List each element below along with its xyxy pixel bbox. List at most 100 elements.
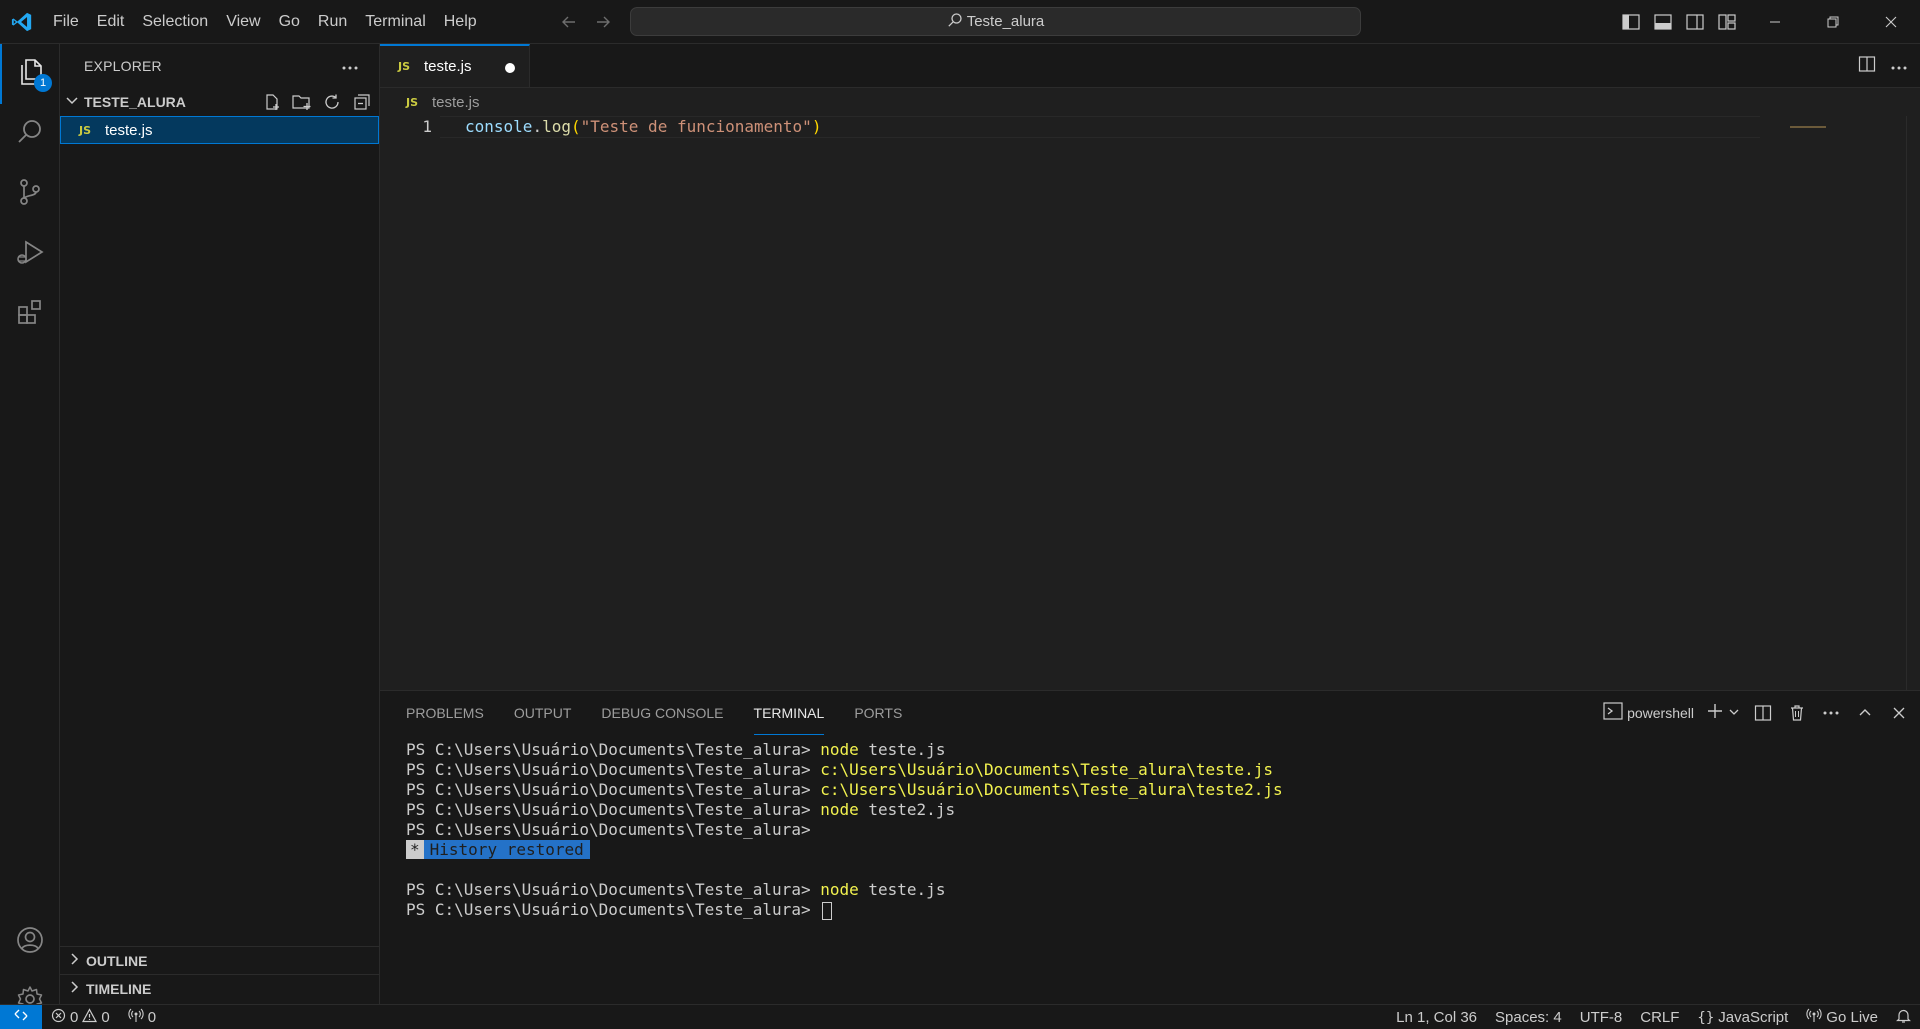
end-of-line[interactable]: CRLF (1631, 1005, 1688, 1029)
menu-terminal[interactable]: Terminal (356, 0, 434, 44)
terminal-argument: teste.js (858, 880, 946, 899)
breadcrumb-file[interactable]: teste.js (432, 94, 480, 111)
javascript-file-icon: JS (79, 123, 92, 137)
terminal-prompt: PS C:\Users\Usuário\Documents\Teste_alur… (406, 780, 821, 799)
refresh-icon[interactable] (321, 91, 343, 113)
tab-debug-console[interactable]: DEBUG CONSOLE (601, 691, 723, 735)
menu-edit[interactable]: Edit (88, 0, 134, 44)
go-live-label: Go Live (1826, 1009, 1878, 1026)
language-mode[interactable]: {} JavaScript (1688, 1005, 1797, 1029)
terminal-output[interactable]: PS C:\Users\Usuário\Documents\Teste_alur… (380, 735, 1920, 920)
restore-icon[interactable] (1804, 0, 1862, 44)
new-folder-icon[interactable] (291, 91, 313, 113)
terminal-line: PS C:\Users\Usuário\Documents\Teste_alur… (406, 900, 1920, 920)
menu-run[interactable]: Run (309, 0, 356, 44)
breadcrumb: JS teste.js (380, 88, 1920, 116)
accounts-button[interactable] (0, 912, 60, 972)
forward-arrow-icon[interactable] (592, 11, 614, 33)
search-button[interactable] (0, 104, 60, 164)
terminal-line: PS C:\Users\Usuário\Documents\Teste_alur… (406, 780, 1920, 800)
menu-help[interactable]: Help (435, 0, 486, 44)
indentation[interactable]: Spaces: 4 (1486, 1005, 1571, 1029)
folder-header[interactable]: TESTE_ALURA (60, 88, 379, 116)
unsaved-dot-icon[interactable] (505, 63, 515, 73)
editor-tab-bar: JS teste.js (380, 44, 1920, 88)
minimize-icon[interactable] (1746, 0, 1804, 44)
command-center-search[interactable]: Teste_alura (630, 7, 1361, 36)
search-icon (947, 12, 963, 32)
explorer-button[interactable]: 1 (0, 44, 60, 104)
cursor-position[interactable]: Ln 1, Col 36 (1387, 1005, 1486, 1029)
search-icon (15, 117, 45, 151)
customize-layout-icon[interactable] (1716, 11, 1738, 33)
terminal-line: PS C:\Users\Usuário\Documents\Teste_alur… (406, 880, 1920, 900)
tab-problems[interactable]: PROBLEMS (406, 691, 484, 735)
layout-controls (1620, 0, 1738, 44)
go-live-button[interactable]: Go Live (1797, 1005, 1887, 1029)
source-control-button[interactable] (0, 164, 60, 224)
menu-go[interactable]: Go (270, 0, 309, 44)
code-token-open-paren: ( (570, 117, 581, 136)
code-line[interactable]: console.log("Teste de funcionamento") (465, 116, 821, 138)
notifications-button[interactable] (1887, 1005, 1920, 1029)
toggle-primary-sidebar-icon[interactable] (1620, 11, 1642, 33)
maximize-panel-icon[interactable] (1854, 702, 1876, 724)
toggle-panel-icon[interactable] (1652, 11, 1674, 33)
sidebar-title: EXPLORER (84, 58, 162, 74)
vscode-logo-icon (0, 0, 44, 44)
code-token-string: "Teste de funcionamento" (580, 117, 812, 136)
tab-output[interactable]: OUTPUT (514, 691, 572, 735)
vertical-scrollbar[interactable] (1906, 116, 1920, 690)
split-terminal-icon[interactable] (1752, 702, 1774, 724)
explorer-badge: 1 (34, 74, 52, 92)
new-file-icon[interactable] (261, 91, 283, 113)
navigation-arrows (558, 0, 614, 44)
menu-view[interactable]: View (217, 0, 269, 44)
file-item-teste-js[interactable]: JS teste.js (60, 116, 379, 144)
tab-teste-js[interactable]: JS teste.js (380, 44, 530, 87)
trash-icon[interactable] (1786, 702, 1808, 724)
error-icon (51, 1008, 66, 1027)
back-arrow-icon[interactable] (558, 11, 580, 33)
timeline-section[interactable]: TIMELINE (60, 974, 380, 1002)
run-debug-button[interactable] (0, 224, 60, 284)
terminal-command: node (820, 800, 859, 819)
terminal-prompt: PS C:\Users\Usuário\Documents\Teste_alur… (406, 800, 821, 819)
command-center-text: Teste_alura (966, 13, 1045, 30)
plus-icon (1706, 702, 1724, 724)
more-actions-icon[interactable] (1820, 702, 1842, 724)
remote-indicator[interactable] (0, 1004, 42, 1029)
close-window-icon[interactable] (1862, 0, 1920, 44)
split-editor-icon[interactable] (1858, 55, 1876, 77)
folder-name: TESTE_ALURA (84, 94, 186, 110)
terminal-line: PS C:\Users\Usuário\Documents\Teste_alur… (406, 800, 1920, 820)
terminal-shell-selector[interactable]: powershell (1603, 702, 1694, 724)
menu-file[interactable]: File (44, 0, 88, 44)
close-panel-icon[interactable] (1888, 702, 1910, 724)
history-restored-text: History restored (423, 840, 590, 859)
collapse-all-icon[interactable] (351, 91, 373, 113)
new-terminal-button[interactable] (1706, 702, 1740, 724)
account-icon (15, 925, 45, 959)
problems-indicator[interactable]: 0 0 (42, 1005, 119, 1029)
toggle-secondary-sidebar-icon[interactable] (1684, 11, 1706, 33)
encoding[interactable]: UTF-8 (1571, 1005, 1632, 1029)
tab-terminal[interactable]: TERMINAL (753, 691, 825, 735)
menu-bar: File Edit Selection View Go Run Terminal… (44, 0, 486, 44)
tab-ports[interactable]: PORTS (854, 691, 902, 735)
chevron-down-icon[interactable] (1728, 705, 1740, 722)
outline-section[interactable]: OUTLINE (60, 946, 380, 974)
more-actions-icon[interactable] (1890, 58, 1908, 75)
terminal-argument: teste.js (858, 740, 946, 759)
extensions-button[interactable] (0, 284, 60, 344)
timeline-label: TIMELINE (86, 980, 152, 997)
status-bar: 0 0 0 Ln 1, Col 36 Spaces: 4 UTF-8 CRLF … (0, 1004, 1920, 1029)
more-actions-icon[interactable] (341, 58, 359, 75)
terminal-line: PS C:\Users\Usuário\Documents\Teste_alur… (406, 740, 1920, 760)
ports-indicator[interactable]: 0 (119, 1005, 165, 1029)
menu-selection[interactable]: Selection (133, 0, 217, 44)
warning-count: 0 (101, 1008, 110, 1026)
minimap[interactable] (1790, 126, 1826, 128)
explorer-sidebar: EXPLORER TESTE_ALURA JS teste.js OUTLINE… (60, 44, 380, 1004)
code-editor[interactable]: 1 console.log("Teste de funcionamento") (380, 116, 1920, 616)
